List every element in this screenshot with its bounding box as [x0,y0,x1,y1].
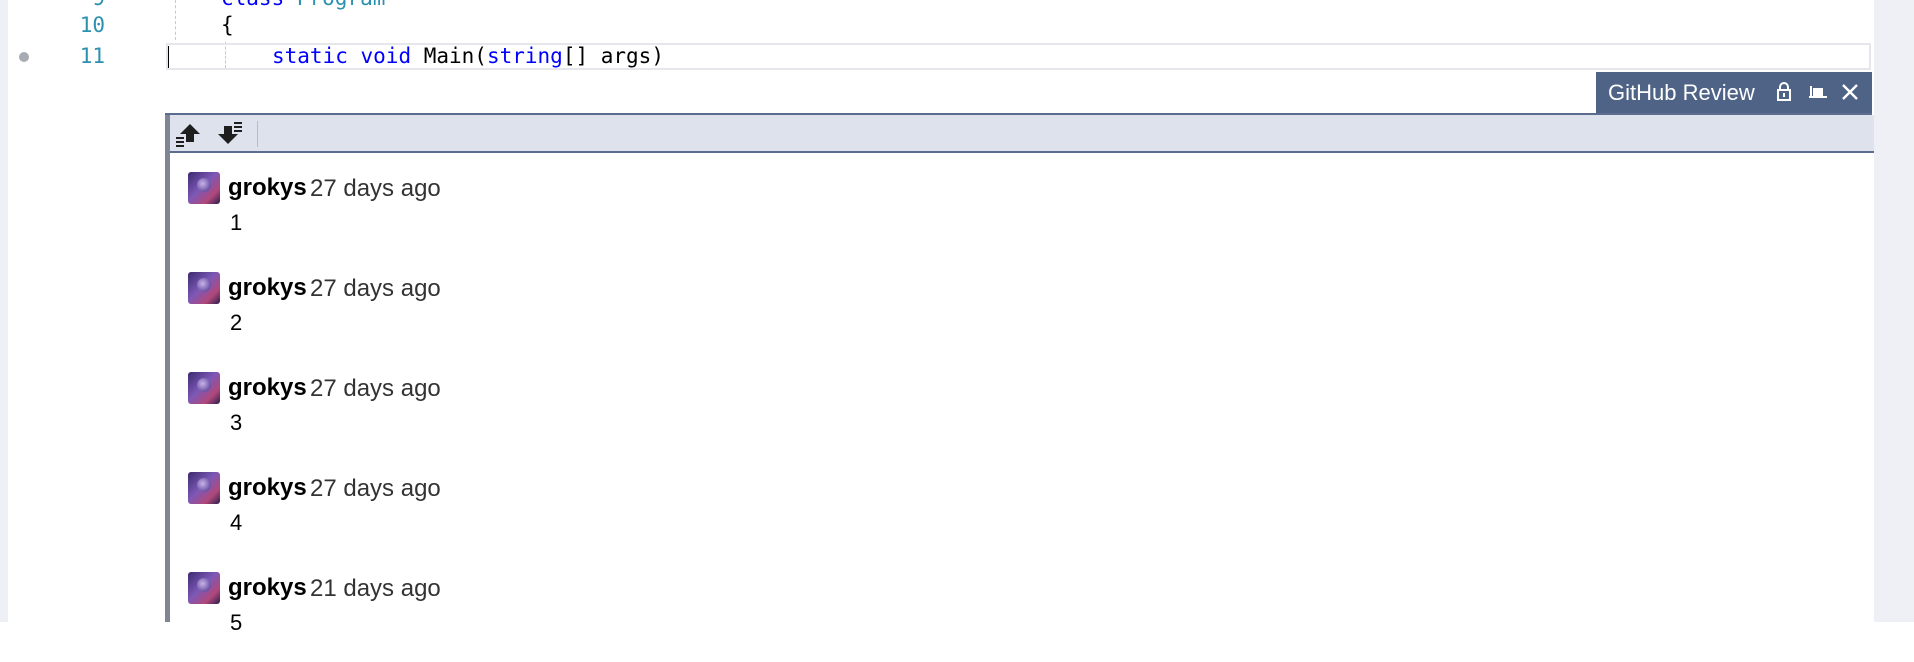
tab-title: GitHub Review [1608,79,1755,105]
comment-author[interactable]: grokys [228,474,307,502]
line-number: 9 [35,0,105,10]
text-caret [168,46,169,68]
editor-left-margin [0,0,8,622]
toolbar-separator [257,121,258,147]
comment: grokys 27 days ago 1 [188,172,988,262]
code-token: static [272,44,361,68]
github-review-tab[interactable]: GitHub Review [1596,72,1872,113]
line-number: 11 [79,44,105,68]
avatar[interactable] [188,472,220,504]
comment-body: 4 [230,510,243,535]
avatar[interactable] [188,572,220,604]
comment-time: 27 days ago [310,375,441,402]
comment-body: 2 [230,310,243,335]
comment-body: 3 [230,410,243,435]
comment-time: 27 days ago [310,175,441,202]
code-token: void [360,44,424,68]
comment-body: 1 [230,210,243,235]
arrow-down-lines-icon [218,122,242,144]
comment: grokys 27 days ago 2 [188,272,988,362]
code-token: string [486,44,563,68]
comment-time: 21 days ago [310,575,441,602]
avatar[interactable] [188,372,220,404]
comment-author[interactable]: grokys [228,274,307,302]
code-token: class [221,0,297,10]
line-number: 10 [79,13,105,37]
comment: grokys 27 days ago 4 [188,472,988,562]
editor-vertical-scrollbar[interactable] [1874,0,1914,622]
review-toolbar [170,115,1874,153]
avatar[interactable] [188,272,220,304]
arrow-up-lines-icon [176,124,200,147]
previous-comment-button[interactable] [172,119,206,149]
code-token: [] args) [562,44,664,68]
glyph-margin[interactable] [8,0,38,622]
avatar[interactable] [188,172,220,204]
code-token: { [221,13,234,37]
pin-icon[interactable] [1806,80,1830,104]
code-token: Main( [423,44,487,68]
code-line[interactable]: static void Main(string[] args) [272,44,664,68]
breakpoint-indicator[interactable] [19,52,29,62]
indent-guide [175,0,176,40]
comment-time: 27 days ago [310,275,441,302]
comment-author[interactable]: grokys [228,574,307,602]
code-line[interactable]: class Program [221,0,385,10]
comment-author[interactable]: grokys [228,174,307,202]
code-token: Program [297,0,386,10]
comment-body: 5 [230,610,243,635]
comment-author[interactable]: grokys [228,374,307,402]
lock-icon[interactable] [1772,80,1796,104]
comment: grokys 21 days ago 5 [188,572,988,662]
close-icon[interactable] [1838,80,1862,104]
next-comment-button[interactable] [212,119,246,149]
comment: grokys 27 days ago 3 [188,372,988,462]
comment-time: 27 days ago [310,475,441,502]
code-line[interactable]: { [221,13,234,37]
